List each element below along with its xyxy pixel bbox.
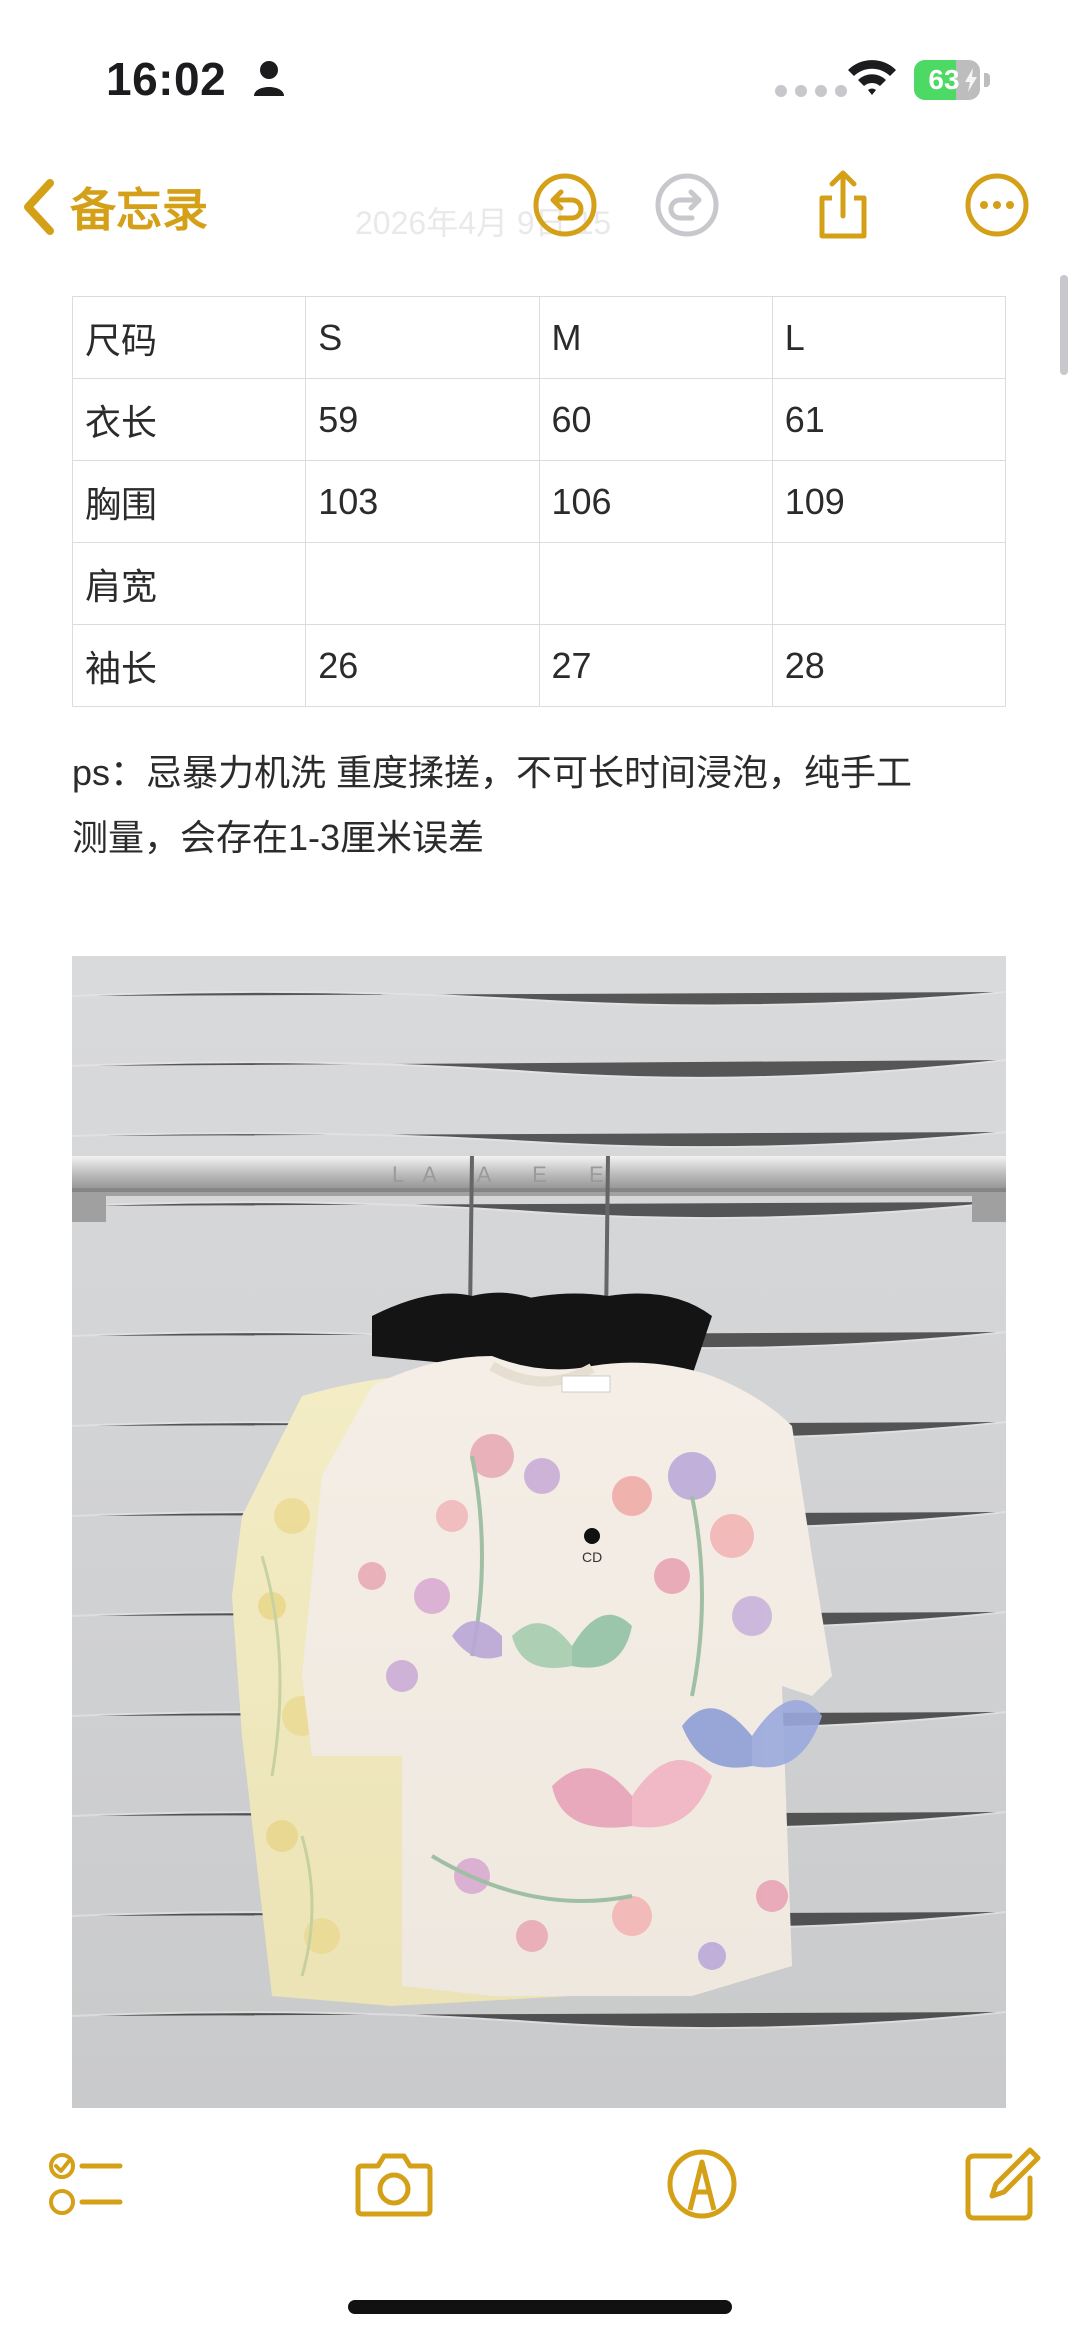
table-row-header[interactable]: 尺码 [71, 296, 307, 379]
checklist-button[interactable] [46, 2144, 126, 2224]
table-cell[interactable]: L [771, 296, 1007, 379]
signal-icon [775, 85, 847, 97]
undo-icon [533, 173, 597, 237]
rail-text: LA A E E [392, 1162, 622, 1187]
table-cell[interactable] [771, 542, 1007, 625]
scroll-indicator[interactable] [1060, 275, 1068, 375]
note-line: 测量，会存在1-3厘米误差 [72, 817, 485, 858]
table-row-header[interactable]: 肩宽 [71, 542, 307, 625]
compose-icon [965, 2147, 1041, 2221]
note-line: ps：忌暴力机洗 重度揉搓，不可长时间浸泡，纯手工 [72, 752, 913, 793]
table-cell[interactable]: S [305, 296, 540, 379]
redo-button[interactable] [652, 170, 722, 240]
note-text[interactable]: ps：忌暴力机洗 重度揉搓，不可长时间浸泡，纯手工 测量，会存在1-3厘米误差 [72, 740, 1012, 870]
table-row: 衣长 59 60 61 [71, 378, 1007, 461]
nav-bar: 备忘录 2026年4月 9日 15 [0, 150, 1080, 270]
checklist-icon [49, 2153, 123, 2215]
redo-icon [655, 173, 719, 237]
share-icon [819, 170, 867, 239]
table-row-header[interactable]: 胸围 [71, 460, 307, 543]
table-row: 胸围 103 106 109 [71, 460, 1007, 543]
share-button[interactable] [808, 170, 878, 240]
table-cell[interactable]: 59 [305, 378, 540, 461]
table-cell[interactable]: 26 [305, 624, 540, 707]
markup-button[interactable] [662, 2144, 742, 2224]
back-button[interactable]: 备忘录 [20, 172, 208, 242]
bottom-toolbar [0, 2140, 1080, 2230]
table-row: 尺码 S M L [71, 296, 1007, 379]
table-cell[interactable] [538, 542, 773, 625]
charging-bolt-icon [965, 68, 977, 92]
table-cell[interactable]: 61 [771, 378, 1007, 461]
svg-text:CD: CD [582, 1549, 602, 1565]
table-cell[interactable]: 27 [538, 624, 773, 707]
table-cell[interactable]: 109 [771, 460, 1007, 543]
compose-button[interactable] [962, 2144, 1042, 2224]
table-row-header[interactable]: 衣长 [71, 378, 307, 461]
battery-icon: 63 [914, 60, 992, 100]
size-table: 尺码 S M L 衣长 59 60 61 胸围 103 106 109 肩宽 袖长 26 27 28 [71, 296, 1007, 707]
status-bar: 16:02 63 [0, 0, 1080, 150]
table-row-header[interactable]: 袖长 [71, 624, 307, 707]
table-cell[interactable]: 28 [771, 624, 1007, 707]
table-row: 袖长 26 27 28 [71, 624, 1007, 707]
markup-icon [667, 2149, 737, 2219]
camera-icon [355, 2153, 433, 2217]
table-cell[interactable]: 106 [538, 460, 773, 543]
table-cell[interactable]: 60 [538, 378, 773, 461]
table-cell[interactable]: M [538, 296, 773, 379]
more-button[interactable] [962, 170, 1032, 240]
status-time: 16:02 [106, 53, 227, 105]
table-cell[interactable] [305, 542, 540, 625]
table-cell[interactable]: 103 [305, 460, 540, 543]
table-row: 肩宽 [71, 542, 1007, 625]
camera-button[interactable] [354, 2144, 434, 2224]
back-label: 备忘录 [70, 184, 208, 236]
undo-button[interactable] [530, 170, 600, 240]
product-photo[interactable]: LA A E E CD [72, 956, 1006, 2108]
person-icon [254, 61, 284, 96]
chevron-left-icon [24, 179, 54, 235]
wifi-icon [848, 60, 896, 95]
home-indicator[interactable] [348, 2300, 732, 2314]
photo-icon: LA A E E CD [72, 956, 1006, 2108]
more-icon [965, 173, 1029, 237]
